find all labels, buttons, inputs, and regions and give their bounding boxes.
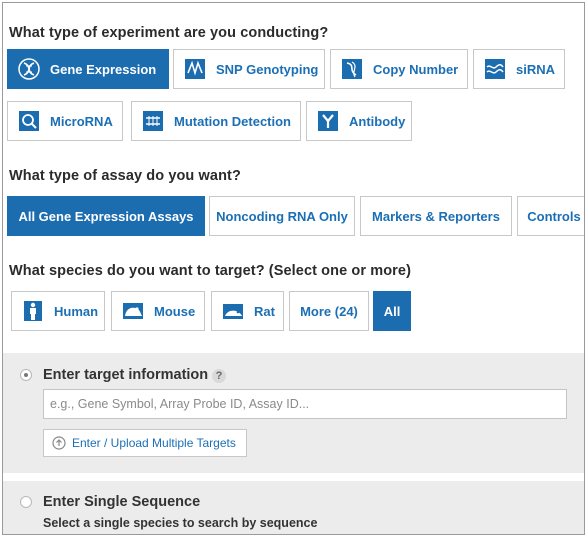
antibody-icon: [317, 110, 339, 132]
single-sequence-title: Enter Single Sequence: [43, 494, 201, 510]
upload-multiple-targets-button[interactable]: Enter / Upload Multiple Targets: [43, 429, 247, 457]
experiment-snp-genotyping-button[interactable]: SNP Genotyping: [173, 49, 325, 89]
rat-icon: [222, 300, 244, 322]
experiment-mutation-detection-button[interactable]: Mutation Detection: [131, 101, 301, 141]
experiment-copy-number-button[interactable]: Copy Number: [330, 49, 468, 89]
human-icon: [22, 300, 44, 322]
species-rat-button[interactable]: Rat: [211, 291, 284, 331]
upload-icon: [52, 436, 66, 450]
mouse-icon: [122, 300, 144, 322]
assay-all-gene-expression-button[interactable]: All Gene Expression Assays: [7, 196, 205, 236]
experiment-option-label: Gene Expression: [50, 61, 157, 77]
target-info-title: Enter target information: [43, 367, 209, 383]
assay-option-label: Markers & Reporters: [372, 208, 500, 224]
experiment-option-label: MicroRNA: [50, 113, 113, 129]
dna-helix-icon: [18, 58, 40, 80]
assay-option-label: All Gene Expression Assays: [18, 208, 194, 224]
species-option-label: All: [383, 303, 401, 319]
experiment-microrna-button[interactable]: MicroRNA: [7, 101, 123, 141]
experiment-option-label: siRNA: [516, 61, 556, 77]
experiment-sirna-button[interactable]: siRNA: [473, 49, 565, 89]
assay-markers-reporters-button[interactable]: Markers & Reporters: [360, 196, 512, 236]
single-sequence-subtitle: Select a single species to search by seq…: [43, 516, 318, 530]
species-option-label: More (24): [300, 303, 358, 319]
experiment-antibody-button[interactable]: Antibody: [306, 101, 412, 141]
target-search-input[interactable]: [43, 389, 567, 419]
assay-search-form: What type of experiment are you conducti…: [2, 2, 585, 535]
mutation-icon: [142, 110, 164, 132]
microrna-icon: [18, 110, 40, 132]
target-info-panel: Enter target information ? Enter / Uploa…: [3, 353, 584, 473]
experiment-option-label: Antibody: [349, 113, 406, 129]
single-sequence-radio[interactable]: [20, 496, 32, 508]
assay-noncoding-rna-button[interactable]: Noncoding RNA Only: [209, 196, 355, 236]
snp-icon: [184, 58, 206, 80]
copy-number-icon: [341, 58, 363, 80]
upload-label: Enter / Upload Multiple Targets: [72, 436, 236, 450]
single-sequence-panel: Enter Single Sequence Select a single sp…: [3, 481, 584, 534]
sirna-icon: [484, 58, 506, 80]
target-info-radio[interactable]: [20, 369, 32, 381]
species-option-label: Mouse: [154, 303, 196, 319]
experiment-gene-expression-button[interactable]: Gene Expression: [7, 49, 169, 89]
assay-controls-button[interactable]: Controls: [517, 196, 584, 236]
species-all-button[interactable]: All: [373, 291, 411, 331]
experiment-question: What type of experiment are you conducti…: [9, 25, 329, 41]
species-mouse-button[interactable]: Mouse: [111, 291, 205, 331]
assay-option-label: Controls: [527, 208, 581, 224]
assay-option-label: Noncoding RNA Only: [216, 208, 348, 224]
species-option-label: Human: [54, 303, 99, 319]
assay-question: What type of assay do you want?: [9, 168, 241, 184]
species-more-button[interactable]: More (24): [289, 291, 369, 331]
experiment-option-label: Copy Number: [373, 61, 459, 77]
help-icon[interactable]: ?: [212, 369, 226, 383]
experiment-option-label: SNP Genotyping: [216, 61, 319, 77]
experiment-option-label: Mutation Detection: [174, 113, 291, 129]
species-human-button[interactable]: Human: [11, 291, 105, 331]
species-question: What species do you want to target? (Sel…: [9, 263, 411, 279]
species-option-label: Rat: [254, 303, 275, 319]
